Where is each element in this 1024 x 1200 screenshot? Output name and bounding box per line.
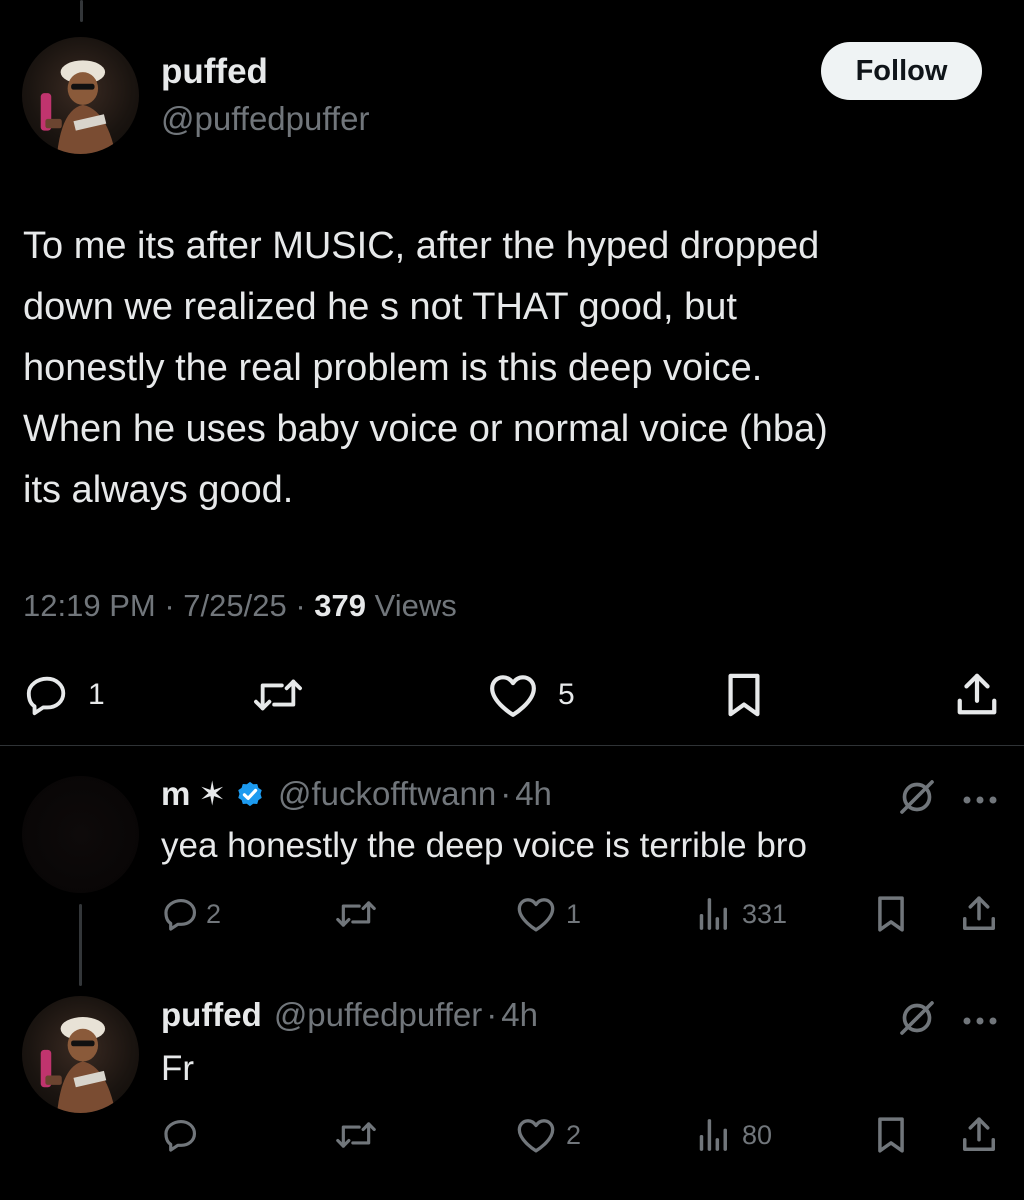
share-icon	[957, 673, 997, 715]
tweet-time[interactable]: 12:19 PM	[23, 588, 156, 623]
repost-button[interactable]	[335, 1116, 377, 1154]
separator: ·	[486, 996, 498, 1033]
repost-icon	[336, 901, 376, 927]
tweet-date[interactable]: 7/25/25	[183, 588, 286, 623]
like-count: 5	[558, 678, 575, 711]
author-name[interactable]: puffed	[161, 52, 268, 92]
author-handle[interactable]: @puffedpuffer	[161, 100, 369, 138]
bookmark-button[interactable]	[875, 895, 907, 933]
reply-author-name[interactable]: m	[161, 775, 190, 813]
views-count: 379	[314, 588, 367, 623]
reply-header: puffed @puffedpuffer · 4h	[161, 996, 538, 1034]
repost-button[interactable]	[335, 895, 377, 933]
like-icon	[517, 1119, 555, 1153]
grok-button[interactable]	[897, 777, 937, 822]
reply-time[interactable]: 4h	[515, 775, 552, 813]
views-count: 80	[742, 1119, 773, 1150]
share-icon	[963, 1117, 995, 1151]
repost-button[interactable]	[253, 672, 303, 718]
divider	[0, 745, 1024, 746]
grok-icon	[900, 1001, 934, 1035]
more-button[interactable]	[962, 792, 998, 810]
reply-icon	[164, 1119, 197, 1152]
views-button[interactable]: 80	[696, 1116, 772, 1154]
reply-time[interactable]: 4h	[501, 996, 538, 1034]
avatar[interactable]	[22, 776, 139, 893]
more-icon	[963, 1017, 997, 1025]
more-button[interactable]	[962, 1013, 998, 1031]
bookmark-button[interactable]	[724, 672, 764, 718]
tweet-line: down we realized he s not THAT good, but	[23, 286, 737, 328]
tweet-line: honestly the real problem is this deep v…	[23, 347, 763, 389]
views-icon	[699, 898, 727, 930]
views-label: Views	[374, 588, 457, 623]
reply-author-handle[interactable]: @puffedpuffer	[274, 996, 482, 1034]
reply-header: m ✶ @fuckofftwann · 4h	[161, 774, 552, 813]
reply-icon	[26, 676, 66, 716]
share-button[interactable]	[955, 672, 999, 718]
reply-count: 2	[206, 898, 222, 929]
repost-icon	[336, 1122, 376, 1148]
reply-button[interactable]: 2	[162, 895, 221, 933]
tweet-line: When he uses baby voice or normal voice …	[23, 408, 828, 450]
follow-button[interactable]: Follow	[821, 42, 982, 100]
thread-connector-top	[80, 0, 83, 22]
avatar[interactable]	[22, 37, 139, 154]
reply-button[interactable]: 1	[24, 672, 105, 718]
reply-text: yea honestly the deep voice is terrible …	[161, 826, 807, 865]
separator: ·	[295, 588, 306, 623]
like-button[interactable]: 1	[516, 895, 581, 933]
avatar[interactable]	[22, 996, 139, 1113]
bookmark-button[interactable]	[875, 1116, 907, 1154]
views-icon	[699, 1119, 727, 1151]
reply-button[interactable]	[162, 1116, 200, 1154]
tweet-body: To me its after MUSIC, after the hyped d…	[23, 216, 1008, 521]
verified-icon	[238, 781, 262, 806]
grok-icon	[900, 780, 934, 814]
reply-count: 1	[88, 678, 105, 711]
like-count: 2	[566, 1119, 582, 1150]
reply-author-name[interactable]: puffed	[161, 996, 262, 1034]
tweet-line: To me its after MUSIC, after the hyped d…	[23, 225, 820, 267]
share-button[interactable]	[961, 895, 997, 933]
views-count: 331	[742, 898, 788, 929]
grok-button[interactable]	[897, 998, 937, 1043]
like-icon	[517, 898, 555, 932]
reply-text: Fr	[161, 1049, 195, 1088]
thread-connector	[79, 904, 82, 986]
reply-icon	[164, 898, 197, 931]
separator: ·	[164, 588, 175, 623]
reply-author-handle[interactable]: @fuckofftwann	[278, 775, 496, 813]
bookmark-icon	[878, 1117, 904, 1153]
bookmark-icon	[728, 673, 760, 717]
tweet-metadata: 12:19 PM · 7/25/25 · 379 Views	[23, 588, 457, 624]
tweet-line: its always good.	[23, 469, 294, 511]
share-button[interactable]	[961, 1116, 997, 1154]
bookmark-icon	[878, 896, 904, 932]
share-icon	[963, 896, 995, 930]
more-icon	[963, 796, 997, 804]
repost-icon	[254, 679, 302, 711]
like-button[interactable]: 5	[488, 672, 575, 718]
like-icon	[490, 675, 536, 717]
like-button[interactable]: 2	[516, 1116, 581, 1154]
name-symbol: ✶	[198, 775, 226, 812]
views-button[interactable]: 331	[696, 895, 787, 933]
like-count: 1	[566, 898, 582, 929]
separator: ·	[500, 774, 512, 812]
